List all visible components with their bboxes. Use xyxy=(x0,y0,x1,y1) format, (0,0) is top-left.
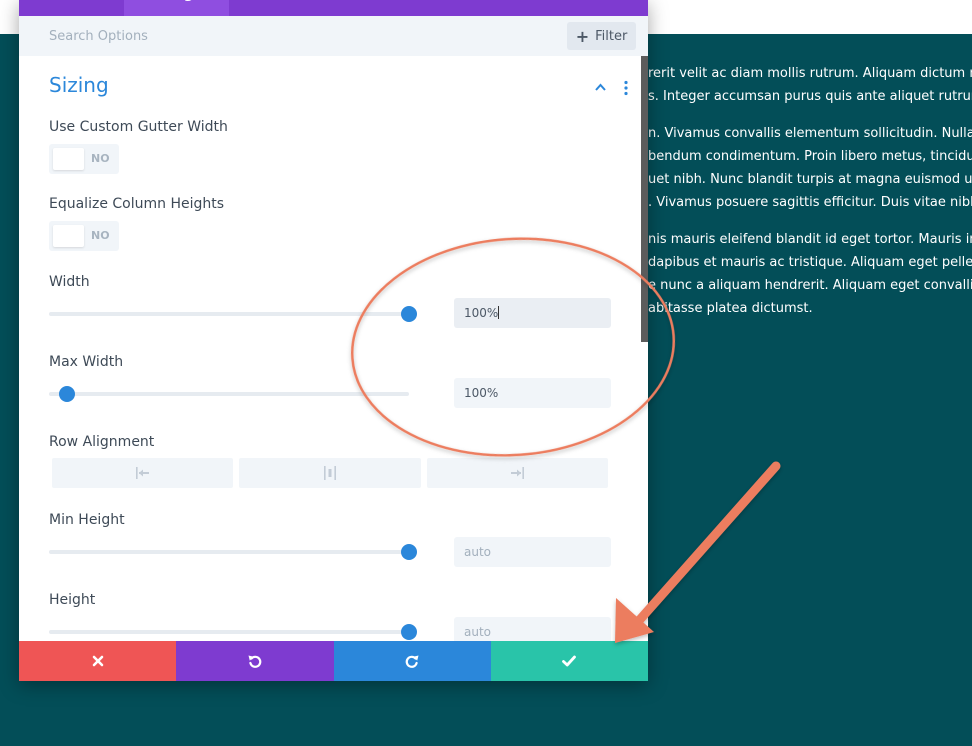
toggle-knob xyxy=(53,225,84,247)
width-input[interactable]: 100% xyxy=(454,298,611,328)
text-line: n. Vivamus convallis elementum sollicitu… xyxy=(648,126,972,141)
align-center-icon xyxy=(323,466,336,480)
more-options-icon[interactable] xyxy=(623,80,629,96)
align-right-icon xyxy=(511,467,525,479)
page-content-text: rerit velit ac diam mollis rutrum. Aliqu… xyxy=(648,62,972,334)
min-height-slider[interactable] xyxy=(49,544,417,560)
discard-button[interactable] xyxy=(19,641,177,681)
search-options-bar[interactable]: Search Options + Filter xyxy=(19,16,648,56)
tab-design[interactable]: Design xyxy=(124,0,229,16)
height-label: Height xyxy=(49,592,96,608)
height-slider-thumb[interactable] xyxy=(401,624,417,640)
align-center-button[interactable] xyxy=(239,458,421,488)
undo-button[interactable] xyxy=(176,641,334,681)
paragraph-1: rerit velit ac diam mollis rutrum. Aliqu… xyxy=(648,62,972,108)
max-width-label: Max Width xyxy=(49,354,124,370)
search-input[interactable]: Search Options xyxy=(49,29,148,44)
text-line: e nunc a aliquam hendrerit. Aliquam eget… xyxy=(648,278,972,293)
redo-icon xyxy=(405,655,419,668)
toggle-state: NO xyxy=(91,152,110,165)
gutter-width-label: Use Custom Gutter Width xyxy=(49,119,228,135)
filter-button[interactable]: + Filter xyxy=(567,22,636,50)
settings-tabs: Content Design Advanced xyxy=(19,0,648,16)
tab-content[interactable]: Content xyxy=(19,0,124,16)
plus-icon: + xyxy=(575,26,590,46)
min-height-slider-thumb[interactable] xyxy=(401,544,417,560)
paragraph-3: nis mauris eleifend blandit id eget tort… xyxy=(648,228,972,320)
gutter-width-toggle[interactable]: NO xyxy=(49,144,119,174)
max-width-input[interactable]: 100% xyxy=(454,378,611,408)
height-slider[interactable] xyxy=(49,624,417,640)
width-slider[interactable] xyxy=(49,306,417,322)
text-line: . Vivamus posuere sagittis efficitur. Du… xyxy=(648,195,972,210)
max-width-slider[interactable] xyxy=(49,386,409,402)
width-label: Width xyxy=(49,274,90,290)
tab-advanced[interactable]: Advanced xyxy=(229,0,334,16)
toggle-knob xyxy=(53,148,84,170)
text-line: uet nibh. Nunc blandit turpis at magna e… xyxy=(648,172,972,187)
close-icon xyxy=(92,655,103,667)
width-slider-thumb[interactable] xyxy=(401,306,417,322)
row-alignment-label: Row Alignment xyxy=(49,434,155,450)
text-caret xyxy=(498,306,500,319)
panel-scrollbar[interactable] xyxy=(641,56,648,342)
undo-icon xyxy=(248,655,262,668)
text-line: nis mauris eleifend blandit id eget tort… xyxy=(648,232,972,247)
redo-button[interactable] xyxy=(333,641,491,681)
row-settings-panel: Content Design Advanced Search Options +… xyxy=(19,0,648,681)
text-line: dapibus et mauris ac tristique. Aliquam … xyxy=(648,255,972,270)
max-width-slider-thumb[interactable] xyxy=(59,386,75,402)
align-left-button[interactable] xyxy=(52,458,234,488)
save-button[interactable] xyxy=(490,641,648,681)
min-height-label: Min Height xyxy=(49,512,125,528)
toggle-state: NO xyxy=(91,229,110,242)
equalize-heights-label: Equalize Column Heights xyxy=(49,196,225,212)
text-line: bendum condimentum. Proin libero metus, … xyxy=(648,149,972,164)
panel-action-bar xyxy=(19,641,648,681)
width-value: 100% xyxy=(464,306,499,320)
align-right-button[interactable] xyxy=(426,458,608,488)
text-line: s. Integer accumsan purus quis ante aliq… xyxy=(648,89,972,104)
row-alignment-buttons xyxy=(52,458,608,488)
section-title-sizing[interactable]: Sizing xyxy=(49,73,109,97)
text-line: abitasse platea dictumst. xyxy=(648,301,813,316)
paragraph-2: n. Vivamus convallis elementum sollicitu… xyxy=(648,122,972,214)
text-line: rerit velit ac diam mollis rutrum. Aliqu… xyxy=(648,66,972,81)
equalize-heights-toggle[interactable]: NO xyxy=(49,221,119,251)
checkmark-icon xyxy=(562,655,577,667)
align-left-icon xyxy=(135,467,149,479)
min-height-input[interactable]: auto xyxy=(454,537,611,567)
filter-label: Filter xyxy=(595,28,628,44)
chevron-up-icon[interactable] xyxy=(595,82,606,93)
